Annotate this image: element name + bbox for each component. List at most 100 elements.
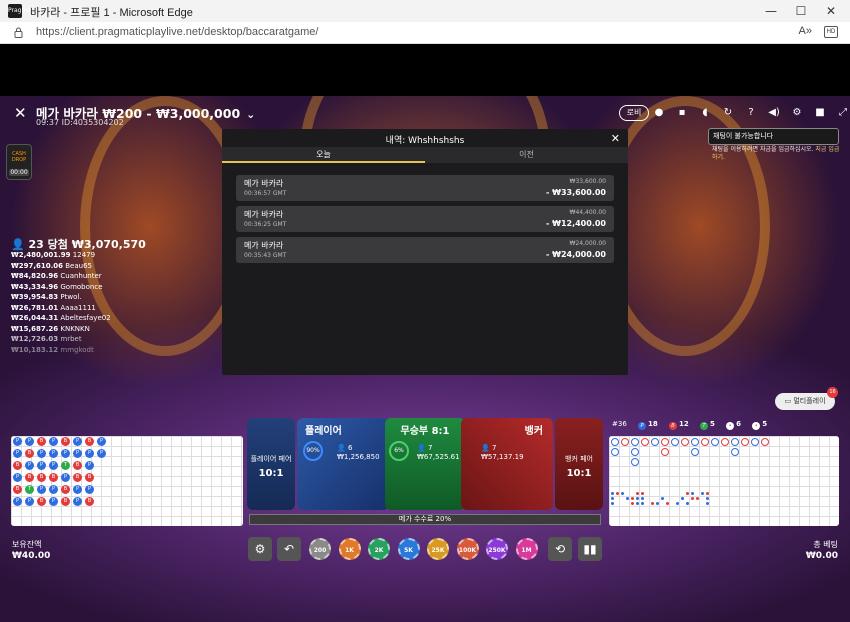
bead-road-result: B	[25, 449, 34, 458]
history-time: 00:36:57 GMT	[244, 190, 286, 197]
history-row[interactable]: 메가 바카라 00:36:25 GMT ₩44,400.00 - ₩12,400.00	[236, 206, 614, 232]
big-road-mark	[611, 438, 619, 446]
history-row[interactable]: 메가 바카라 00:35:43 GMT ₩24,000.00 - ₩24,000.00	[236, 237, 614, 263]
big-road-mark	[661, 448, 669, 456]
player-bettors: 👤 6	[337, 444, 352, 452]
winner-name: Cuanhunter	[60, 272, 101, 280]
statistics-button[interactable]: ▮▮	[578, 537, 602, 561]
player-pair-dot-icon: •	[726, 422, 734, 430]
winner-amount: ₩2,480,001.99	[11, 251, 71, 259]
multiplay-button[interactable]: ▭ 멀티플레이 16	[775, 393, 835, 410]
winner-amount: ₩26,781.01	[11, 304, 58, 312]
derived-road-mark	[651, 502, 654, 505]
lobby-button[interactable]: 로비	[619, 105, 649, 121]
player-pair-bet[interactable]: 플레이어 페어 10:1	[247, 418, 295, 510]
headset-icon[interactable]: ◖	[698, 106, 712, 120]
banker-label: 뱅커	[525, 422, 543, 437]
close-icon[interactable]: ✕	[611, 132, 620, 145]
url-field[interactable]: https://client.pragmaticplaylive.net/des…	[36, 26, 318, 38]
tooltip-sub-text: 채팅을 이용하려면 자금을 입금하십시오.	[712, 146, 815, 153]
history-modal: 내역: Whshhshshs ✕ 오늘 이전 메가 바카라 00:36:57 GM…	[222, 129, 628, 375]
chip-2k[interactable]: 2K	[368, 538, 390, 560]
winner-row: ₩10,183.12 mmgkodt	[11, 345, 111, 356]
chevron-down-icon: ⌄	[246, 108, 255, 121]
big-road-mark	[761, 438, 769, 446]
big-road[interactable]	[609, 436, 839, 526]
winner-row: ₩12,726.03 mrbet	[11, 334, 111, 345]
minimize-button[interactable]: —	[756, 2, 786, 20]
banker-bet[interactable]: 뱅커 👤 7 ₩57,137.19	[461, 418, 553, 510]
history-row[interactable]: 메가 바카라 00:36:57 GMT ₩33,600.00 - ₩33,600.00	[236, 175, 614, 201]
winner-amount: ₩15,687.26	[11, 325, 58, 333]
repeat-button[interactable]: ⟲	[548, 537, 572, 561]
player-bet[interactable]: 플레이어 90% 👤 6 ₩1,256,850	[297, 418, 389, 510]
winner-name: mmgkodt	[60, 346, 93, 354]
derived-road-mark	[636, 497, 639, 500]
winner-name: mrbet	[60, 335, 81, 343]
tab-previous[interactable]: 이전	[425, 147, 628, 163]
window-titlebar: Pragmatic 바카라 - 프로필 1 - Microsoft Edge —…	[0, 0, 850, 22]
bead-road-result: B	[13, 485, 22, 494]
bead-road-result: P	[49, 497, 58, 506]
chip-25k[interactable]: 25K	[427, 538, 449, 560]
hd-icon[interactable]: HD	[824, 26, 838, 38]
chip-250k[interactable]: 250K	[486, 538, 508, 560]
bead-road-result: P	[37, 485, 46, 494]
close-game-button[interactable]: ✕	[14, 104, 27, 122]
derived-road-mark	[706, 492, 709, 495]
derived-road-mark	[656, 502, 659, 505]
bead-road-result: P	[49, 449, 58, 458]
bead-road[interactable]: PPBPBPPBPBTPBPPBPBPPPBPPBPTPBBPPBBPPBPPB…	[11, 436, 243, 526]
chip-200[interactable]: 200	[309, 538, 331, 560]
chip-1m[interactable]: 1M	[516, 538, 538, 560]
player-pair-odds: 10:1	[247, 468, 295, 479]
undo-button[interactable]: ↶	[277, 537, 301, 561]
tie-amount: ₩67,525.61	[417, 453, 460, 461]
bead-road-result: P	[49, 485, 58, 494]
chip-1k[interactable]: 1K	[339, 538, 361, 560]
banker-dot-icon: B	[669, 422, 677, 430]
lock-icon	[14, 27, 23, 38]
banker-pair-bet[interactable]: 뱅커 페어 10:1	[555, 418, 603, 510]
winner-row: ₩43,334.96 Gomobonce	[11, 282, 111, 293]
chip-100k[interactable]: 100K	[457, 538, 479, 560]
close-window-button[interactable]: ✕	[816, 2, 846, 20]
bead-road-result: B	[25, 473, 34, 482]
winners-list: ₩2,480,001.99 12479 ₩297,610.06 Beau65 ₩84…	[11, 250, 111, 355]
help-icon[interactable]: ?	[744, 106, 758, 120]
fullscreen-icon[interactable]: ⤢	[836, 106, 850, 120]
derived-road-mark	[676, 502, 679, 505]
winner-row: ₩2,480,001.99 12479	[11, 250, 111, 261]
derived-road-mark	[666, 502, 669, 505]
big-road-mark	[731, 438, 739, 446]
chat-icon[interactable]: ▪	[675, 106, 689, 120]
app-icon: Pragmatic	[8, 4, 22, 18]
big-road-mark	[721, 438, 729, 446]
maximize-button[interactable]: ☐	[786, 2, 816, 20]
player-bettors-count: 6	[348, 444, 352, 452]
cash-drop-badge[interactable]: CASH DROP 00:00	[6, 144, 32, 180]
bead-road-result: T	[25, 485, 34, 494]
video-icon[interactable]: ■	[813, 106, 827, 120]
tab-today[interactable]: 오늘	[222, 147, 425, 163]
bead-road-result: P	[25, 437, 34, 446]
winner-row: ₩15,687.26 KNKNKN	[11, 324, 111, 335]
winner-amount: ₩84,820.96	[11, 272, 58, 280]
bead-road-result: B	[85, 437, 94, 446]
winner-name: Beau65	[65, 262, 92, 270]
history-icon[interactable]: ↻	[721, 106, 735, 120]
volume-icon[interactable]: ◀)	[767, 106, 781, 120]
winner-amount: ₩43,334.96	[11, 283, 58, 291]
derived-road-mark	[686, 502, 689, 505]
bead-road-result: T	[61, 461, 70, 470]
settings-icon[interactable]: ⚙	[790, 106, 804, 120]
bead-road-result: B	[13, 461, 22, 470]
read-aloud-icon[interactable]: A»	[799, 25, 812, 37]
chip-5k[interactable]: 5K	[398, 538, 420, 560]
winner-name: Abeltesfaye02	[60, 314, 110, 322]
tie-bet[interactable]: 무승부 8:1 6% 👤 7 ₩67,525.61	[385, 418, 465, 510]
settings-button[interactable]: ⚙	[248, 537, 272, 561]
bulb-icon[interactable]: ●	[652, 106, 666, 120]
bead-road-result: P	[49, 437, 58, 446]
bead-road-result: B	[73, 473, 82, 482]
